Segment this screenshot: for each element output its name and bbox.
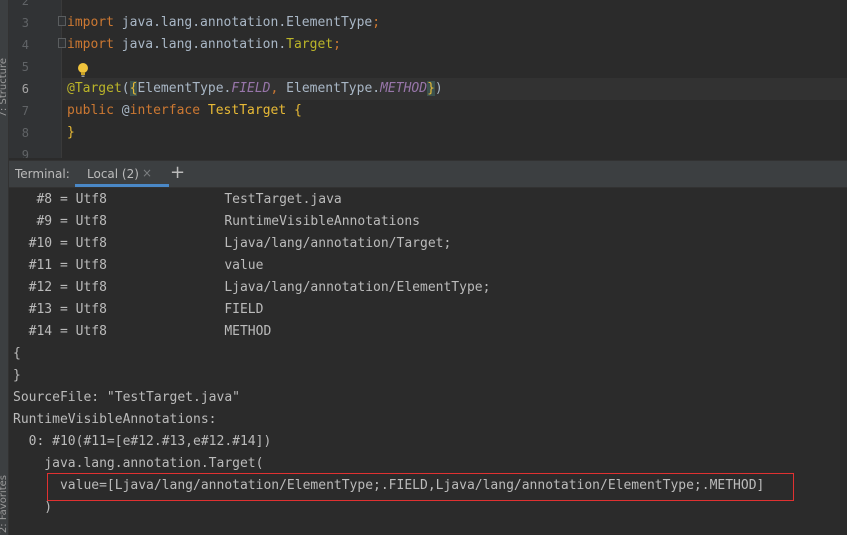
code-token: @Target [67, 81, 122, 96]
add-tab-icon[interactable]: + [170, 162, 185, 183]
terminal-line: #10 = Utf8 Ljava/lang/annotation/Target; [13, 236, 452, 251]
line-number: 5 [21, 60, 29, 74]
code-editor[interactable]: 23456789 import java.lang.annotation.Ele… [9, 0, 847, 158]
code-token: public [67, 103, 122, 118]
code-token: ; [372, 15, 381, 30]
terminal-line: { [13, 346, 21, 361]
code-token: ElementType. [137, 81, 232, 96]
terminal-line: #12 = Utf8 Ljava/lang/annotation/Element… [13, 280, 491, 295]
terminal-line: #11 = Utf8 value [13, 258, 264, 273]
line-number-gutter: 2 3 4 5 6 7 8 9 [9, 0, 62, 158]
code-token: import [67, 15, 114, 30]
tab-local[interactable]: Local (2) × [75, 161, 169, 187]
code-token: Target [286, 37, 334, 52]
code-token: ElementType. [286, 81, 381, 96]
code-token: ; [333, 37, 341, 52]
line-number: 9 [21, 148, 29, 158]
annotation-highlight-box [47, 473, 794, 501]
terminal-line: #14 = Utf8 METHOD [13, 324, 272, 339]
code-token: java.lang.annotation.ElementType [113, 15, 373, 30]
close-icon[interactable]: × [142, 166, 152, 180]
code-token: } [67, 125, 75, 140]
terminal-line: java.lang.annotation.Target( [13, 456, 264, 471]
tool-window-strip: 7: Structure 2: Favorites [0, 0, 9, 535]
fold-marker-icon[interactable] [58, 16, 66, 26]
code-line: import java.lang.annotation.Target; [67, 34, 341, 56]
line-number: 3 [21, 16, 29, 30]
line-number: 6 [21, 82, 29, 96]
code-token: import [67, 37, 114, 52]
line-number: 2 [21, 0, 29, 8]
terminal-line: SourceFile: "TestTarget.java" [13, 390, 240, 405]
code-token: ( [121, 81, 130, 96]
terminal-line: RuntimeVisibleAnnotations: [13, 412, 217, 427]
code-token: interface [129, 103, 208, 118]
terminal-tab-bar: Terminal: Local (2) × + [9, 160, 847, 188]
terminal-line: } [13, 368, 21, 383]
code-token: { [294, 103, 302, 118]
line-number: 4 [21, 38, 29, 52]
terminal-line: #13 = Utf8 FIELD [13, 302, 264, 317]
terminal-line: #8 = Utf8 TestTarget.java [13, 192, 342, 207]
tab-local-label: Local (2) [87, 167, 139, 181]
line-number: 7 [21, 104, 29, 118]
code-line: public @interface TestTarget { [67, 100, 302, 122]
terminal-line: #9 = Utf8 RuntimeVisibleAnnotations [13, 214, 420, 229]
code-token: FIELD [231, 81, 271, 96]
line-number: 8 [21, 126, 29, 140]
code-token: @ [121, 103, 130, 118]
terminal-line: 0: #10(#11=[e#12.#13,e#12.#14]) [13, 434, 272, 449]
code-token: } [427, 81, 435, 96]
lightbulb-icon[interactable] [76, 62, 90, 78]
fold-marker-icon[interactable] [58, 38, 66, 48]
terminal-title: Terminal: [15, 167, 70, 181]
code-token: , [270, 81, 287, 96]
code-line: } [67, 122, 75, 144]
code-token: ) [434, 81, 443, 96]
code-line: @Target({ElementType.FIELD, ElementType.… [67, 78, 443, 100]
code-token: TestTarget [207, 103, 294, 118]
code-line: import java.lang.annotation.ElementType; [67, 12, 380, 34]
code-token: java.lang.annotation. [113, 37, 287, 52]
terminal-output[interactable]: #8 = Utf8 TestTarget.java #9 = Utf8 Runt… [9, 188, 847, 535]
code-token: METHOD [380, 81, 428, 96]
